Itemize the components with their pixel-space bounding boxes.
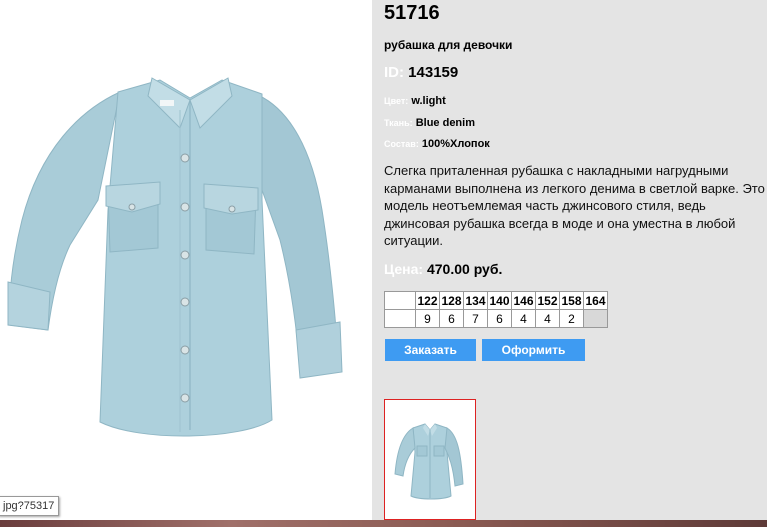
size-header-row: 122 128 134 140 146 152 158 164 bbox=[384, 291, 608, 310]
shirt-thumbnail-icon bbox=[394, 423, 464, 500]
size-quantity-row: 9 6 7 6 4 4 2 bbox=[384, 309, 608, 328]
size-quantity-cell[interactable]: 9 bbox=[415, 309, 440, 328]
size-quantity-cell[interactable]: 2 bbox=[559, 309, 584, 328]
size-quantity-cell-unavailable bbox=[583, 309, 608, 328]
product-id: ID: 143159 bbox=[384, 64, 458, 81]
size-header: 146 bbox=[511, 291, 536, 310]
size-header: 152 bbox=[535, 291, 560, 310]
price-label: Цена: bbox=[384, 261, 424, 277]
size-header-blank bbox=[384, 291, 416, 310]
product-thumbnail[interactable] bbox=[384, 399, 476, 520]
denim-shirt-illustration bbox=[7, 77, 343, 437]
size-header: 122 bbox=[415, 291, 440, 310]
size-header: 140 bbox=[487, 291, 512, 310]
product-main-image[interactable]: jpg?75317 bbox=[0, 0, 372, 520]
id-value: 143159 bbox=[408, 64, 459, 81]
order-button[interactable]: Заказать bbox=[385, 339, 476, 361]
fabric-attribute: Ткань: Blue denim bbox=[384, 117, 475, 129]
size-quantity-cell[interactable]: 7 bbox=[463, 309, 488, 328]
composition-value: 100%Хлопок bbox=[421, 138, 490, 150]
product-article: 51716 bbox=[384, 2, 440, 24]
size-header: 134 bbox=[463, 291, 488, 310]
color-attribute: Цвет: w.light bbox=[384, 95, 446, 107]
fabric-value: Blue denim bbox=[415, 117, 475, 129]
bottom-decorative-strip bbox=[0, 520, 767, 527]
size-quantity-cell[interactable]: 6 bbox=[487, 309, 512, 328]
checkout-button[interactable]: Оформить bbox=[482, 339, 585, 361]
size-quantity-cell[interactable]: 6 bbox=[439, 309, 464, 328]
size-stock-table: 122 128 134 140 146 152 158 164 9 6 7 6 … bbox=[384, 291, 608, 328]
size-header: 128 bbox=[439, 291, 464, 310]
id-label: ID: bbox=[384, 64, 404, 81]
size-quantity-cell[interactable]: 4 bbox=[511, 309, 536, 328]
product-description: Слегка приталенная рубашка с накладными … bbox=[384, 163, 765, 248]
fabric-label: Ткань: bbox=[384, 118, 413, 128]
product-price: Цена: 470.00 руб. bbox=[384, 261, 502, 277]
size-header: 158 bbox=[559, 291, 584, 310]
size-header: 164 bbox=[583, 291, 608, 310]
price-value: 470.00 руб. bbox=[426, 261, 503, 277]
composition-label: Состав: bbox=[384, 139, 419, 149]
color-value: w.light bbox=[411, 95, 446, 107]
color-label: Цвет: bbox=[384, 96, 409, 106]
image-tooltip: jpg?75317 bbox=[0, 496, 60, 516]
product-name: рубашка для девочки bbox=[384, 38, 513, 52]
size-quantity-blank bbox=[384, 309, 416, 328]
product-info-panel: 51716 рубашка для девочки ID: 143159 Цве… bbox=[372, 0, 767, 520]
composition-attribute: Состав: 100%Хлопок bbox=[384, 138, 490, 150]
size-quantity-cell[interactable]: 4 bbox=[535, 309, 560, 328]
